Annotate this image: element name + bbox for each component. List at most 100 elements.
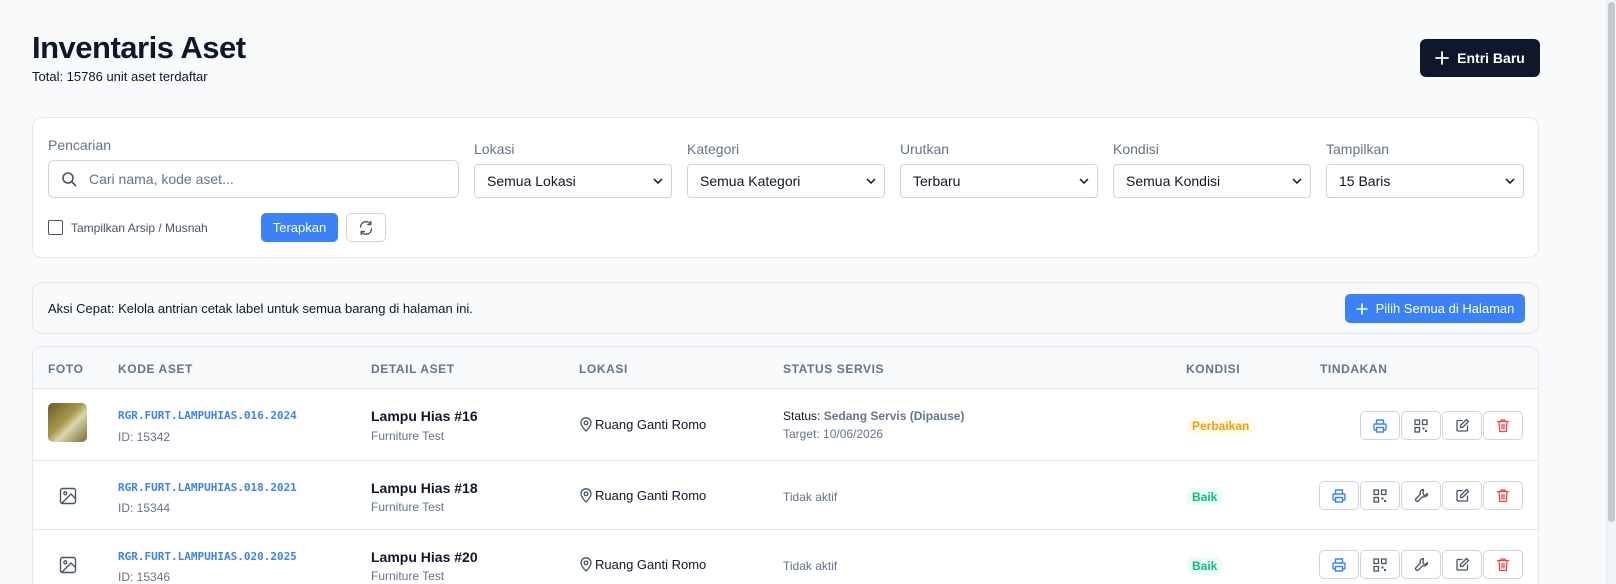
edit-button[interactable] [1442,550,1482,579]
image-icon [59,487,77,505]
filter-panel: Pencarian Lokasi Semua Lokasi Kategori S… [32,117,1539,258]
page-title: Inventaris Aset [32,30,246,65]
sort-select-value: Terbaru [913,173,961,189]
asset-photo[interactable] [48,403,87,442]
refresh-button[interactable] [346,213,386,242]
asset-code[interactable]: RGR.FURT.LAMPUHIAS.020.2025 [118,550,297,563]
map-pin-icon [580,488,592,503]
print-icon [1332,488,1346,503]
row-actions [1360,411,1523,440]
column-header-condition: KONDISI [1186,362,1241,376]
edit-button[interactable] [1442,481,1482,510]
asset-code[interactable]: RGR.FURT.LAMPUHIAS.016.2024 [118,409,297,422]
category-label: Kategori [687,141,740,157]
image-icon [59,556,77,574]
wrench-icon [1414,488,1428,503]
asset-category: Furniture Test [371,500,445,514]
sort-label: Urutkan [900,141,950,157]
asset-category: Furniture Test [371,429,445,443]
asset-name: Lampu Hias #16 [371,408,478,424]
select-all-button[interactable]: Pilih Semua di Halaman [1345,294,1525,323]
condition-badge: Baik [1186,557,1224,575]
qr-icon [1373,488,1387,503]
qr-button[interactable] [1360,481,1400,510]
qr-icon [1414,418,1428,433]
image-placeholder [59,556,77,579]
edit-icon [1455,557,1469,571]
service-status-value: Sedang Servis (Dipause) [823,409,965,423]
wrench-icon [1414,557,1428,572]
qr-button[interactable] [1360,550,1400,579]
chevron-down-icon [1505,178,1515,184]
condition-badge: Baik [1186,488,1224,506]
column-header-code: KODE ASET [118,362,193,376]
delete-button[interactable] [1483,411,1523,440]
page-subtitle: Total: 15786 unit aset terdaftar [32,69,208,84]
asset-id: ID: 15342 [118,430,171,444]
service-status: Tidak aktif [783,490,838,504]
asset-id: ID: 15344 [118,501,171,515]
category-select[interactable]: Semua Kategori [687,164,885,198]
column-header-photo: FOTO [48,362,84,376]
asset-table: FOTO KODE ASET DETAIL ASET LOKASI STATUS… [32,346,1539,584]
chevron-down-icon [653,178,663,184]
asset-name: Lampu Hias #18 [371,480,478,496]
print-button[interactable] [1319,550,1359,579]
delete-button[interactable] [1483,481,1523,510]
qr-icon [1373,557,1387,572]
plus-icon [1435,51,1450,65]
asset-name: Lampu Hias #20 [371,549,478,565]
delete-button[interactable] [1483,550,1523,579]
service-button[interactable] [1401,481,1441,510]
search-icon [62,172,77,187]
new-entry-label: Entri Baru [1457,50,1525,66]
table-row: RGR.FURT.LAMPUHIAS.018.2021 ID: 15344 La… [33,461,1538,530]
print-button[interactable] [1319,481,1359,510]
plus-icon [1355,302,1368,315]
edit-button[interactable] [1442,411,1482,440]
show-rows-select[interactable]: 15 Baris [1326,164,1524,198]
print-icon [1332,557,1346,572]
asset-code[interactable]: RGR.FURT.LAMPUHIAS.018.2021 [118,481,297,494]
print-button[interactable] [1360,411,1400,440]
new-entry-button[interactable]: Entri Baru [1420,39,1540,77]
search-input[interactable] [89,171,429,187]
condition-label: Kondisi [1113,141,1159,157]
sort-select[interactable]: Terbaru [900,164,1098,198]
chevron-down-icon [866,178,876,184]
service-button[interactable] [1401,550,1441,579]
column-header-service-status: STATUS SERVIS [783,362,885,376]
asset-id: ID: 15346 [118,570,171,584]
condition-badge: Perbaikan [1186,417,1256,435]
location-select-value: Semua Lokasi [487,173,576,189]
column-header-location: LOKASI [579,362,628,376]
search-field[interactable] [48,160,459,198]
chevron-down-icon [1079,178,1089,184]
archive-checkbox-label: Tampilkan Arsip / Musnah [71,220,208,235]
trash-icon [1496,419,1510,433]
archive-toggle[interactable]: Tampilkan Arsip / Musnah [48,220,208,235]
quick-action-bar: Aksi Cepat: Kelola antrian cetak label u… [32,282,1539,334]
service-status: Status: Sedang Servis (Dipause) [783,409,964,423]
print-icon [1373,418,1387,433]
scrollbar-thumb[interactable] [1608,2,1615,522]
location-select[interactable]: Semua Lokasi [474,164,672,198]
service-status-prefix: Status: [783,409,821,423]
condition-select[interactable]: Semua Kondisi [1113,164,1311,198]
image-placeholder [59,487,77,510]
apply-button[interactable]: Terapkan [261,213,338,242]
trash-icon [1496,489,1510,503]
refresh-icon [359,220,373,235]
qr-button[interactable] [1401,411,1441,440]
archive-checkbox[interactable] [48,220,63,235]
search-label: Pencarian [48,137,112,153]
show-rows-value: 15 Baris [1339,173,1391,189]
page-scrollbar[interactable] [1606,0,1616,584]
map-pin-icon [580,557,592,572]
service-status: Tidak aktif [783,559,838,573]
asset-location: Ruang Ganti Romo [579,488,706,503]
select-all-label: Pilih Semua di Halaman [1375,301,1515,316]
location-label: Lokasi [474,141,515,157]
row-actions [1319,481,1523,510]
asset-location: Ruang Ganti Romo [579,417,706,432]
